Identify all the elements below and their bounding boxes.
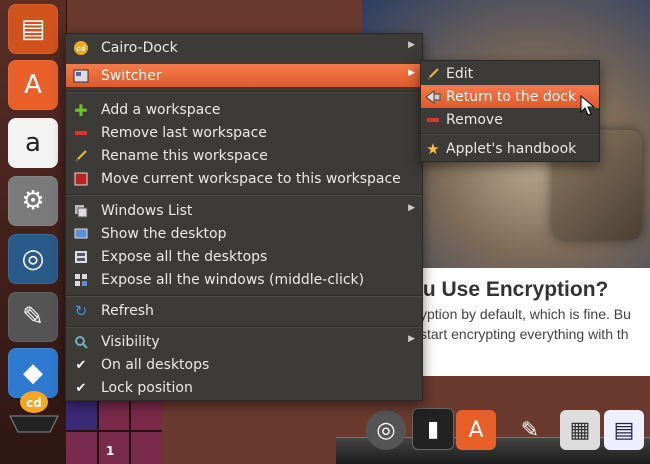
menu-item-label: Cairo-Dock	[101, 39, 178, 56]
menu-separator	[66, 91, 422, 93]
cairo-dock: ◎ ▮ A ✎ ▦ ▤	[336, 396, 650, 464]
terminal-icon[interactable]: ▮	[412, 408, 454, 450]
menu-item-label: Visibility	[101, 333, 160, 350]
software-center-icon[interactable]: A	[456, 410, 496, 450]
show-desktop-icon	[73, 226, 89, 242]
move-icon	[73, 171, 89, 187]
mouse-pointer-icon	[580, 94, 596, 117]
settings-launcher-icon[interactable]: ⚙	[8, 176, 58, 226]
menu-item-label: Refresh	[101, 302, 154, 319]
menu-item-remove-workspace[interactable]: Remove last workspace	[66, 121, 422, 144]
workspace-cell[interactable]	[66, 432, 97, 464]
switcher-submenu: Edit Return to the dock Remove ★ Applet'…	[420, 60, 600, 162]
menu-item-move-workspace[interactable]: Move current workspace to this workspace	[66, 167, 422, 190]
star-icon: ★	[426, 140, 440, 158]
workspace-cell[interactable]	[131, 398, 162, 430]
menu-item-label: Expose all the desktops	[101, 248, 268, 265]
expose-desktops-icon	[73, 249, 89, 265]
pencil-icon	[425, 66, 441, 82]
menu-item-lock-position[interactable]: ✔ Lock position	[66, 376, 422, 399]
submenu-item-label: Remove	[446, 111, 503, 128]
menu-item-label: Switcher	[101, 67, 162, 84]
menu-item-refresh[interactable]: ↻ Refresh	[66, 299, 422, 322]
remove-icon	[73, 125, 89, 141]
menu-item-expose-windows[interactable]: Expose all the windows (middle-click)	[66, 268, 422, 291]
remove-icon	[425, 112, 441, 128]
submenu-arrow-icon: ▶	[408, 40, 415, 50]
menu-item-rename-workspace[interactable]: Rename this workspace	[66, 144, 422, 167]
menu-item-visibility[interactable]: Visibility ▶	[66, 330, 422, 353]
submenu-item-return-to-dock[interactable]: Return to the dock	[421, 85, 599, 108]
menu-item-show-desktop[interactable]: Show the desktop	[66, 222, 422, 245]
workspace-cell[interactable]	[98, 398, 130, 430]
article-line-2: start encrypting everything with th	[420, 326, 629, 342]
submenu-item-label: Edit	[446, 65, 474, 82]
menu-item-label: Move current workspace to this workspace	[101, 170, 401, 187]
expose-windows-icon	[73, 272, 89, 288]
cairo-dock-launcher-icon[interactable]: cd	[4, 386, 64, 436]
menu-separator	[66, 295, 422, 297]
software-center-launcher-icon[interactable]: A	[8, 60, 58, 110]
article-title: ou Use Encryption?	[410, 278, 609, 301]
menu-item-label: Add a workspace	[101, 101, 221, 118]
amazon-launcher-icon[interactable]: a	[8, 118, 58, 168]
context-menu: cd Cairo-Dock ▶ Switcher ▶ ✚ Add a works…	[65, 33, 423, 401]
menu-item-windows-list[interactable]: Windows List ▶	[66, 199, 422, 222]
submenu-item-label: Applet's handbook	[446, 140, 577, 157]
add-icon: ✚	[74, 100, 88, 120]
ubuntu-logo-icon[interactable]: ◎	[366, 410, 406, 450]
menu-item-label: Lock position	[101, 379, 193, 396]
check-icon: ✔	[75, 380, 87, 396]
switcher-icon	[73, 68, 89, 84]
submenu-item-edit[interactable]: Edit	[421, 62, 599, 85]
cairo-dock-icon: cd	[73, 40, 89, 56]
refresh-icon: ↻	[74, 302, 88, 320]
menu-item-label: Show the desktop	[101, 225, 227, 242]
shutter-launcher-icon[interactable]: ◎	[8, 234, 58, 284]
return-icon	[425, 89, 441, 105]
submenu-item-remove[interactable]: Remove	[421, 108, 599, 131]
menu-separator	[66, 326, 422, 328]
submenu-item-handbook[interactable]: ★ Applet's handbook	[421, 137, 599, 160]
workspace-cell[interactable]	[66, 398, 97, 430]
article-line-1: yption by default, which is fine. Bu	[420, 306, 631, 322]
submenu-item-label: Return to the dock	[446, 88, 577, 105]
menu-item-cairo-dock[interactable]: cd Cairo-Dock ▶	[66, 36, 422, 59]
menu-separator	[421, 133, 599, 135]
impress-launcher-icon[interactable]: ▤	[8, 4, 58, 54]
calculator-icon[interactable]: ▦	[560, 410, 600, 450]
check-icon: ✔	[75, 357, 87, 373]
menu-item-add-workspace[interactable]: ✚ Add a workspace	[66, 98, 422, 121]
submenu-arrow-icon: ▶	[408, 203, 415, 213]
submenu-arrow-icon: ▶	[408, 334, 415, 344]
submenu-arrow-icon: ▶	[408, 68, 415, 78]
menu-item-on-all-desktops[interactable]: ✔ On all desktops	[66, 353, 422, 376]
menu-separator	[66, 194, 422, 196]
writer-document-icon[interactable]: ▤	[604, 410, 644, 450]
gimp-launcher-icon[interactable]: ✎	[8, 292, 58, 342]
menu-item-label: Expose all the windows (middle-click)	[101, 271, 365, 288]
menu-item-label: On all desktops	[101, 356, 210, 373]
menu-item-switcher[interactable]: Switcher ▶	[66, 64, 422, 87]
menu-item-label: Windows List	[101, 202, 193, 219]
pencil-icon	[73, 148, 89, 164]
workspace-number: 1	[106, 444, 115, 458]
menu-item-expose-desktops[interactable]: Expose all the desktops	[66, 245, 422, 268]
svg-text:cd: cd	[76, 45, 85, 53]
windows-list-icon	[73, 203, 89, 219]
svg-text:cd: cd	[26, 396, 42, 410]
workspace-cell[interactable]	[131, 432, 162, 464]
menu-item-label: Remove last workspace	[101, 124, 267, 141]
visibility-icon	[73, 334, 89, 350]
menu-item-label: Rename this workspace	[101, 147, 268, 164]
gimp-icon[interactable]: ✎	[510, 410, 550, 450]
